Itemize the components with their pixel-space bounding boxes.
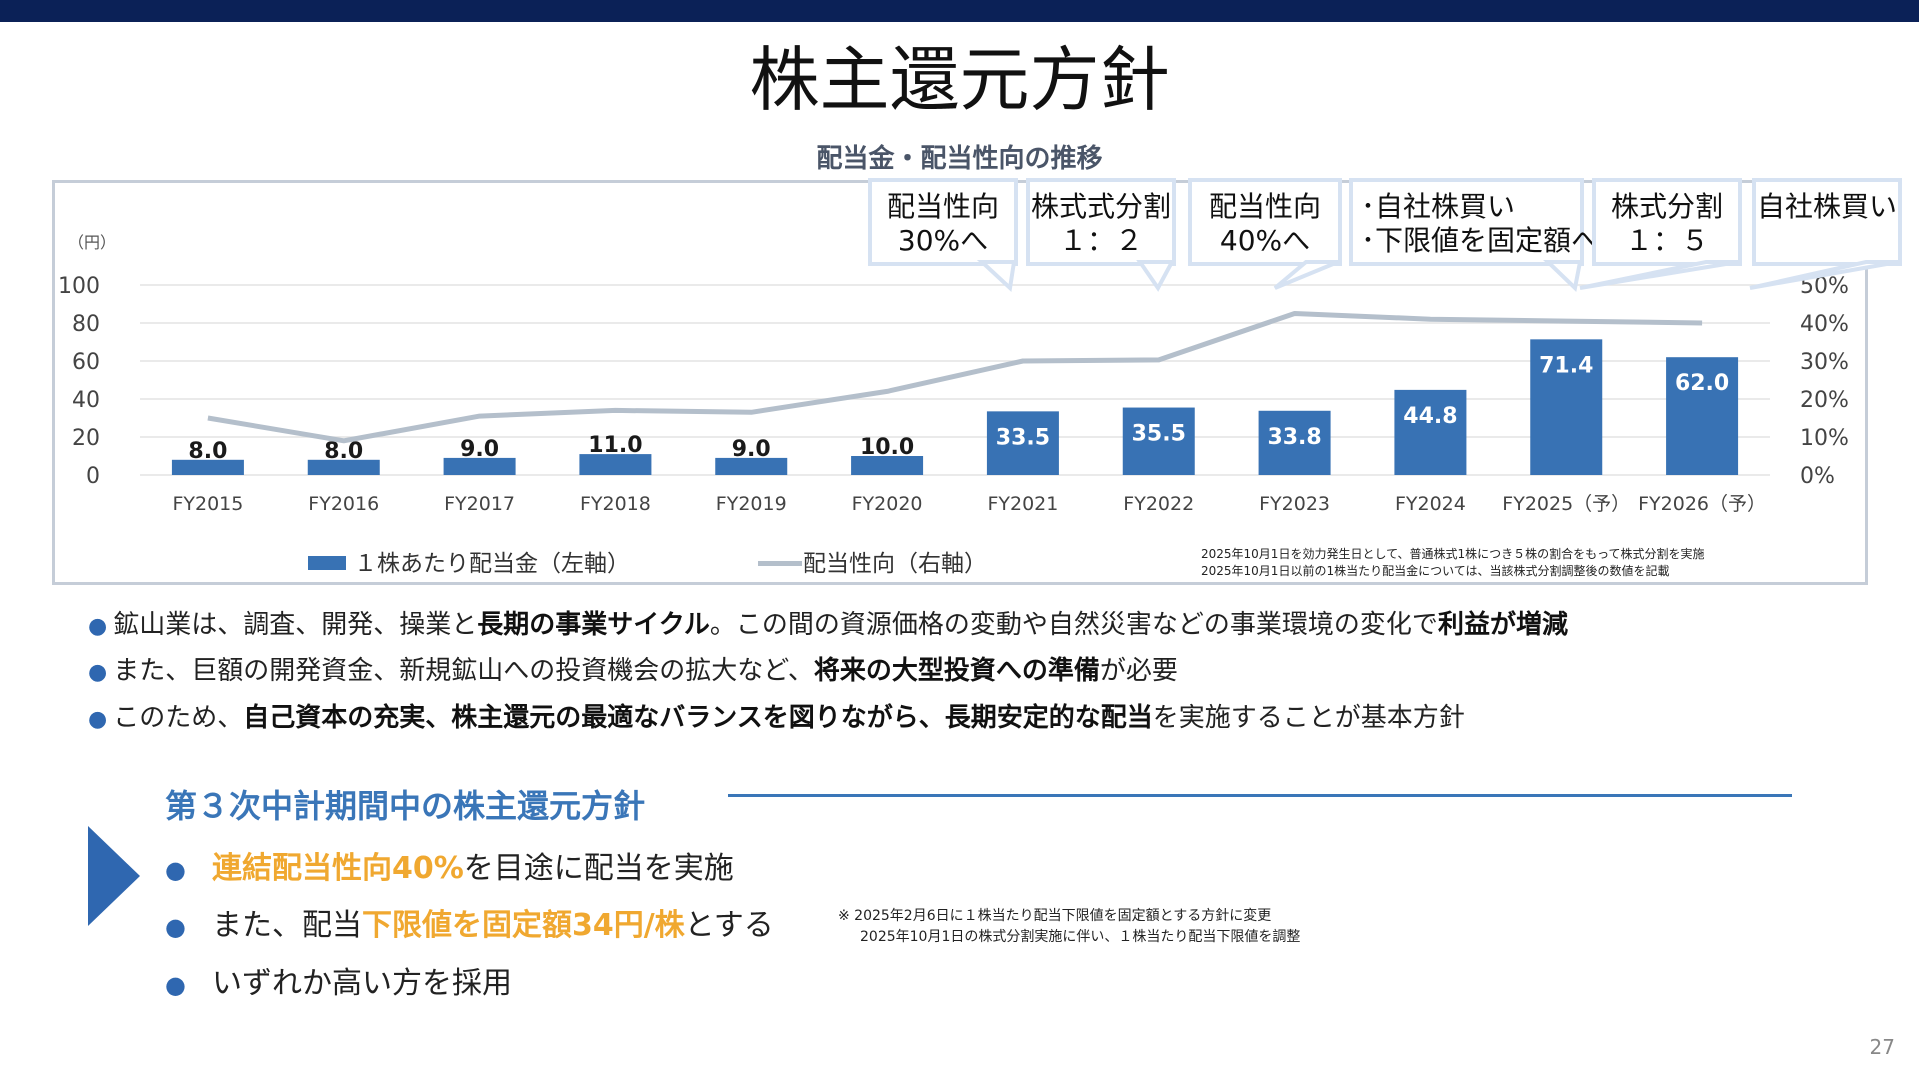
left-tick-label: 0 <box>86 464 100 489</box>
chart-note: 2025年10月1日を効力発生日として、普通株式1株につき５株の割合をもって株式… <box>1201 547 1705 561</box>
bar-data-label: 9.0 <box>732 437 771 462</box>
legend-line-swatch <box>758 561 802 566</box>
bullet-emphasis: 利益が増減 <box>1437 610 1568 640</box>
policy-highlight: 連結配当性向40% <box>211 851 464 886</box>
right-tick-label: 20% <box>1800 388 1849 413</box>
category-label: FY2024 <box>1395 493 1466 515</box>
bar <box>1394 389 1467 475</box>
bullet-dot-icon: ● <box>165 856 186 884</box>
right-tick-label: 10% <box>1800 426 1849 451</box>
bar-data-label: 11.0 <box>588 433 642 458</box>
bar-data-label: 71.4 <box>1539 353 1593 378</box>
bar-data-label: 62.0 <box>1675 371 1729 396</box>
bullet-dot-icon: ● <box>88 707 108 732</box>
left-tick-label: 20 <box>72 426 100 451</box>
bar-data-label: 33.8 <box>1267 425 1321 450</box>
bullet-dot-icon: ● <box>88 660 108 685</box>
category-label: FY2018 <box>580 493 651 515</box>
bar-data-label: 9.0 <box>460 437 499 462</box>
legend-bar-swatch <box>308 556 346 570</box>
bullet-emphasis: 将来の大型投資への準備 <box>813 656 1100 686</box>
category-label: FY2022 <box>1123 493 1194 515</box>
legend-line-label: 配当性向（右軸） <box>803 551 987 577</box>
chart-note: 2025年10月1日以前の1株当たり配当金については、当該株式分割調整後の数値を… <box>1201 564 1670 578</box>
bullet-text: 鉱山業は、調査、開発、操業と <box>113 610 478 640</box>
category-label: FY2017 <box>444 493 515 515</box>
category-label: FY2021 <box>987 493 1058 515</box>
bullet-text: また、巨額の開発資金、新規鉱山への投資機会の拡大など、 <box>113 656 814 686</box>
bar-data-label: 8.0 <box>188 439 227 464</box>
right-tick-label: 40% <box>1800 312 1849 337</box>
category-label: FY2016 <box>308 493 379 515</box>
bullet-dot-icon: ● <box>88 614 108 639</box>
bar-data-label: 44.8 <box>1403 404 1457 429</box>
callout-tail-shape <box>1749 260 1899 290</box>
bullet-item: ● 鉱山業は、調査、開発、操業と長期の事業サイクル。この間の資源価格の変動や自然災… <box>88 604 1568 641</box>
bullet-item: ● また、巨額の開発資金、新規鉱山への投資機会の拡大など、将来の大型投資への準備が… <box>88 650 1178 687</box>
chevron-right-icon <box>88 826 140 926</box>
bullet-text: 。この間の資源価格の変動や自然災害などの事業環境の変化で <box>709 610 1438 640</box>
category-label: FY2025（予） <box>1502 493 1630 515</box>
category-label: FY2026（予） <box>1638 493 1766 515</box>
bullet-dot-icon: ● <box>165 913 186 941</box>
right-tick-label: 30% <box>1800 350 1849 375</box>
right-tick-label: 0% <box>1800 464 1835 489</box>
policy-item: ● いずれか高い方を採用 <box>165 958 512 1002</box>
policy-text: を目途に配当を実施 <box>463 851 734 886</box>
page-number: 27 <box>1869 1035 1895 1059</box>
policy-highlight: 下限値を固定額34円/株 <box>361 908 685 943</box>
bar-data-label: 10.0 <box>860 435 914 460</box>
policy-item: ● また、配当下限値を固定額34円/株とする <box>165 900 774 944</box>
policy-heading-rule <box>728 794 1792 797</box>
bullet-emphasis: 自己資本の充実、株主還元の最適なバランスを図りながら、長期安定的な配当 <box>243 703 1153 733</box>
category-label: FY2020 <box>852 493 923 515</box>
left-tick-label: 60 <box>72 350 100 375</box>
left-tick-label: 80 <box>72 312 100 337</box>
policy-text: いずれか高い方を採用 <box>211 966 512 1001</box>
category-label: FY2015 <box>172 493 243 515</box>
policy-text: とする <box>684 908 774 943</box>
policy-heading: 第３次中計期間中の株主還元方針 <box>165 787 646 825</box>
policy-item: ● 連結配当性向40%を目途に配当を実施 <box>165 843 734 887</box>
callout-tail <box>1749 260 1899 290</box>
bar-data-label: 33.5 <box>996 425 1050 450</box>
bullet-emphasis: 長期の事業サイクル <box>477 610 710 640</box>
category-label: FY2023 <box>1259 493 1330 515</box>
bullet-item: ● このため、自己資本の充実、株主還元の最適なバランスを図りながら、長期安定的な配… <box>88 697 1465 734</box>
payout-ratio-line <box>207 311 1703 444</box>
bullet-dot-icon: ● <box>165 971 186 999</box>
legend-bar-label: １株あたり配当金（左軸） <box>354 551 630 577</box>
policy-text: また、配当 <box>211 908 362 943</box>
policy-footnote: ※ 2025年2月6日に１株当たり配当下限値を固定額とする方針に変更 <box>838 908 1272 924</box>
left-tick-label: 40 <box>72 388 100 413</box>
policy-footnote: 2025年10月1日の株式分割実施に伴い、１株当たり配当下限値を調整 <box>860 929 1301 945</box>
bullet-text: を実施することが基本方針 <box>1152 703 1465 733</box>
bar-data-label: 35.5 <box>1132 422 1186 447</box>
bullet-text: このため、 <box>113 703 244 733</box>
bullet-text: が必要 <box>1099 656 1178 686</box>
category-label: FY2019 <box>716 493 787 515</box>
